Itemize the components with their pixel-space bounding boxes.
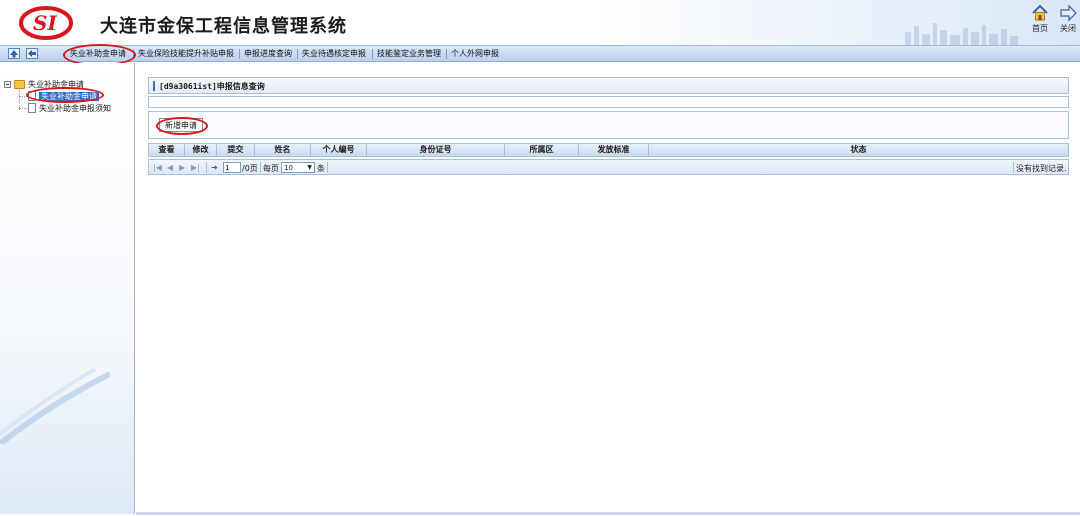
exit-arrow-icon bbox=[1060, 4, 1077, 22]
tree-collapse-toggle[interactable] bbox=[4, 81, 11, 88]
menu-item-unemployment-subsidy[interactable]: 失业补助金申请 bbox=[68, 48, 128, 60]
panel-title-bar: [d9a3061ist]申报信息查询 bbox=[148, 77, 1069, 94]
home-label: 首页 bbox=[1032, 24, 1048, 33]
menu-item-progress-query[interactable]: 申报进度查询 bbox=[242, 48, 294, 60]
pager-separator bbox=[1013, 162, 1014, 173]
folder-icon bbox=[14, 80, 25, 89]
page-size-select[interactable]: 10 ▼ bbox=[281, 162, 315, 173]
column-header-id-card[interactable]: 身份证号 bbox=[367, 144, 505, 156]
pager-status-text: 没有找到记录. bbox=[1016, 164, 1067, 173]
column-header-district[interactable]: 所属区 bbox=[505, 144, 579, 156]
first-page-icon[interactable]: |◀ bbox=[153, 163, 162, 172]
page-number-input[interactable] bbox=[223, 162, 241, 173]
tree-connector bbox=[19, 90, 20, 110]
sidebar-tree: 失业补助金申请 失业补助金申请 失业补助金申报须知 bbox=[0, 63, 135, 514]
tree-item-application-notice[interactable]: 失业补助金申报须知 bbox=[39, 103, 111, 114]
menu-separator bbox=[446, 49, 447, 59]
menu-item-skill-upgrade-subsidy[interactable]: 失业保险技能提升补贴申报 bbox=[136, 48, 236, 60]
menu-separator bbox=[239, 49, 240, 59]
unit-label: 条 bbox=[317, 164, 325, 173]
next-page-icon[interactable]: ▶ bbox=[179, 163, 185, 172]
column-header-view[interactable]: 查看 bbox=[149, 144, 185, 156]
tree-connector bbox=[19, 96, 27, 97]
bottom-scroll-track[interactable] bbox=[136, 512, 1080, 515]
menu-bar: 失业补助金申请 失业保险技能提升补贴申报 申报进度查询 失业待遇核定申报 技能鉴… bbox=[0, 45, 1080, 62]
menu-separator bbox=[297, 49, 298, 59]
column-header-personal-id[interactable]: 个人编号 bbox=[311, 144, 367, 156]
prev-page-icon[interactable]: ◀ bbox=[167, 163, 173, 172]
new-application-button[interactable]: 新增申请 bbox=[159, 118, 203, 132]
close-button[interactable]: 关闭 bbox=[1053, 4, 1080, 34]
tree-item-subsidy-application[interactable]: 失业补助金申请 bbox=[39, 91, 99, 102]
menu-item-benefit-review[interactable]: 失业待遇核定申报 bbox=[300, 48, 368, 60]
document-icon bbox=[28, 103, 36, 113]
document-icon bbox=[28, 91, 36, 101]
panel-title: [d9a3061ist]申报信息查询 bbox=[159, 82, 265, 91]
pager-separator bbox=[206, 162, 207, 173]
app-title: 大连市金保工程信息管理系统 bbox=[100, 16, 347, 37]
nav-up-button[interactable] bbox=[8, 48, 20, 59]
pager-separator bbox=[327, 162, 328, 173]
menu-item-skill-appraisal[interactable]: 技能鉴定业务管理 bbox=[375, 48, 443, 60]
logo-text: SI bbox=[33, 11, 57, 35]
column-header-standard[interactable]: 发放标准 bbox=[579, 144, 649, 156]
pager-separator bbox=[260, 162, 261, 173]
home-icon bbox=[1032, 4, 1048, 21]
search-area bbox=[148, 96, 1069, 108]
tree-connector bbox=[19, 108, 27, 109]
tree-item-label: 失业补助金申请 bbox=[39, 92, 99, 101]
last-page-icon[interactable]: ▶| bbox=[191, 163, 200, 172]
arrow-up-icon bbox=[10, 50, 18, 58]
toolbar-area: 新增申请 bbox=[148, 111, 1069, 139]
go-page-icon[interactable]: ➜ bbox=[211, 163, 218, 172]
menu-separator bbox=[372, 49, 373, 59]
decorative-swoosh-icon bbox=[0, 367, 110, 444]
app-header: SI 大连市金保工程信息管理系统 首页 关闭 bbox=[0, 0, 1080, 45]
per-page-label: 每页 bbox=[263, 164, 279, 173]
arrow-left-icon bbox=[28, 50, 36, 57]
column-header-status[interactable]: 状态 bbox=[649, 144, 1068, 156]
pager-bar: |◀ ◀ ▶ ▶| ➜ /0页 每页 10 ▼ 条 没有找到记录. bbox=[148, 159, 1069, 175]
title-accent-bar bbox=[153, 81, 155, 91]
si-logo-icon: SI bbox=[19, 6, 73, 40]
close-label: 关闭 bbox=[1060, 24, 1076, 33]
menu-separator bbox=[133, 49, 134, 59]
menu-item-personal-external-declaration[interactable]: 个人外网申报 bbox=[449, 48, 501, 60]
column-header-name[interactable]: 姓名 bbox=[255, 144, 311, 156]
column-header-edit[interactable]: 修改 bbox=[185, 144, 217, 156]
grid-header: 查看 修改 提交 姓名 个人编号 身份证号 所属区 发放标准 状态 bbox=[148, 143, 1069, 157]
dropdown-arrow-icon: ▼ bbox=[307, 164, 312, 171]
page-size-value: 10 bbox=[284, 164, 293, 172]
skyline-decoration-icon bbox=[905, 23, 1018, 45]
home-button[interactable]: 首页 bbox=[1025, 4, 1055, 34]
nav-back-button[interactable] bbox=[26, 48, 38, 59]
tree-root-item[interactable]: 失业补助金申请 bbox=[28, 79, 84, 90]
column-header-submit[interactable]: 提交 bbox=[217, 144, 255, 156]
page-total-label: /0页 bbox=[242, 164, 258, 173]
